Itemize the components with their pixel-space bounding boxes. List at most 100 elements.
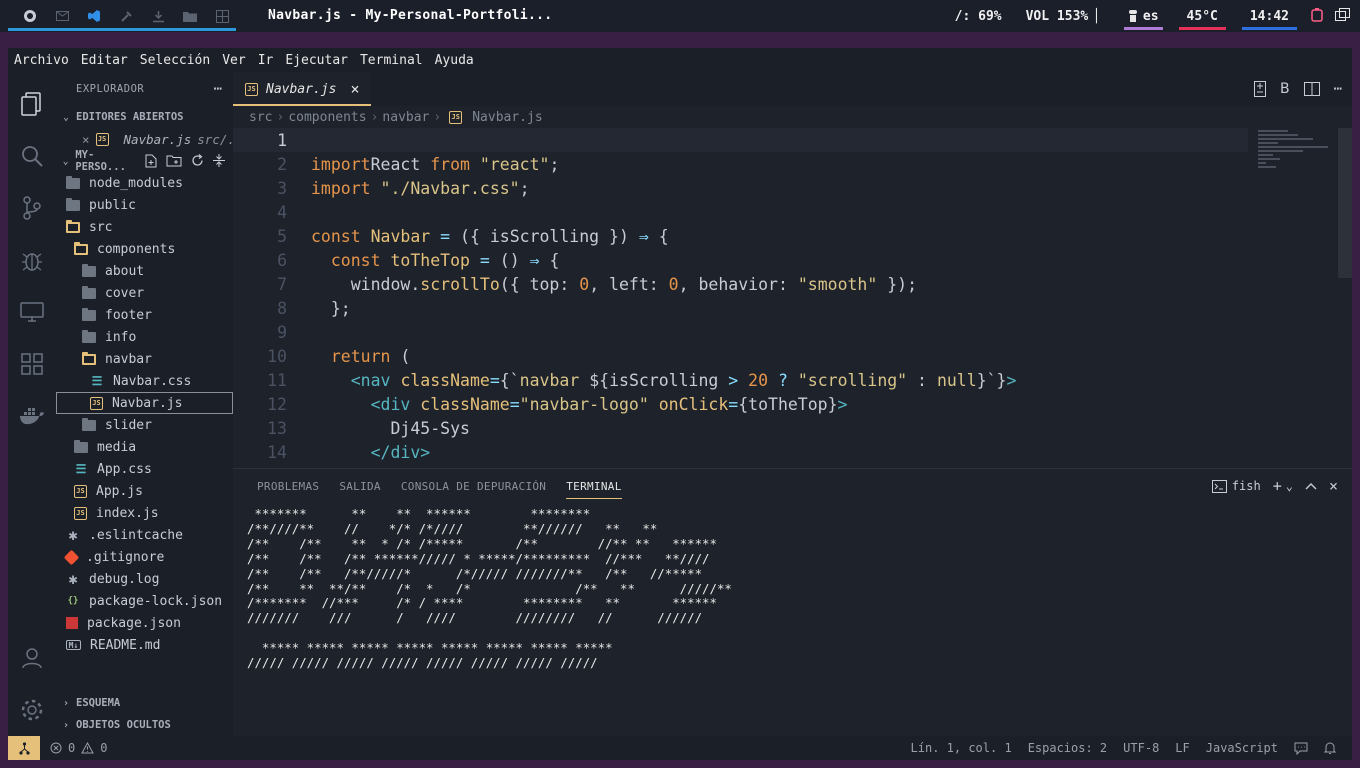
source-control-icon[interactable]: [8, 182, 56, 234]
menu-seleccion[interactable]: Selección: [140, 53, 216, 68]
close-icon[interactable]: ×: [82, 132, 90, 147]
open-changes-icon[interactable]: [1253, 81, 1266, 97]
tab-terminal[interactable]: TERMINAL: [556, 469, 631, 503]
tree-item[interactable]: navbar: [56, 348, 233, 370]
remote-indicator-icon[interactable]: [8, 736, 40, 760]
code-text: window.scrollTo({ top: 0, left: 0, behav…: [311, 274, 918, 294]
encoding[interactable]: UTF-8: [1123, 741, 1159, 755]
problems-status[interactable]: 0 0: [40, 741, 107, 755]
settings-gear-icon[interactable]: [8, 684, 56, 736]
tray-windows-icon[interactable]: [1329, 8, 1360, 24]
tree-item[interactable]: about: [56, 260, 233, 282]
feedback-icon[interactable]: [1294, 742, 1308, 755]
close-tab-icon[interactable]: ×: [350, 80, 359, 98]
code-editor[interactable]: 1 2 importReact from "react"; 3 import "./Na…: [233, 128, 1352, 468]
tree-item[interactable]: M↓ README.md: [56, 634, 233, 656]
tray-battery-icon[interactable]: [1305, 7, 1329, 25]
chevron-down-icon: ⌄: [62, 155, 69, 167]
more-actions-icon[interactable]: ⋯: [1334, 81, 1342, 97]
tab-problems[interactable]: PROBLEMAS: [247, 469, 329, 503]
menu-editar[interactable]: Editar: [81, 53, 134, 68]
breadcrumb-src[interactable]: src: [249, 110, 272, 125]
status-right: Lín. 1, col. 1 Espacios: 2 UTF-8 LF Java…: [911, 736, 1336, 760]
more-actions-icon[interactable]: ⋯: [214, 81, 223, 97]
tree-item[interactable]: footer: [56, 304, 233, 326]
markdown-icon: M↓: [66, 640, 81, 650]
tree-item[interactable]: info: [56, 326, 233, 348]
tree-item[interactable]: src: [56, 216, 233, 238]
tree-item[interactable]: JS Navbar.js: [56, 392, 233, 414]
breadcrumb-file[interactable]: Navbar.js: [472, 110, 542, 125]
menu-ejecutar[interactable]: Ejecutar: [285, 53, 354, 68]
tree-item[interactable]: .gitignore: [56, 546, 233, 568]
tab-output[interactable]: SALIDA: [329, 469, 391, 503]
bold-b-icon[interactable]: B: [1280, 81, 1290, 97]
open-editor-item[interactable]: × JS Navbar.js src/...: [56, 128, 233, 150]
new-folder-icon[interactable]: [166, 154, 182, 167]
indentation[interactable]: Espacios: 2: [1028, 741, 1107, 755]
code-line: 9: [233, 320, 1352, 344]
tree-item[interactable]: media: [56, 436, 233, 458]
tree-item[interactable]: ☰ App.css: [56, 458, 233, 480]
tab-debug-console[interactable]: CONSOLA DE DEPURACIÓN: [391, 469, 556, 503]
tree-item[interactable]: cover: [56, 282, 233, 304]
new-file-icon[interactable]: [145, 154, 157, 168]
docker-icon[interactable]: [8, 390, 56, 442]
tree-item-label: cover: [105, 285, 145, 301]
tree-item[interactable]: {} package-lock.json: [56, 590, 233, 612]
tree-item[interactable]: public: [56, 194, 233, 216]
remote-explorer-icon[interactable]: [8, 286, 56, 338]
tab-navbar-js[interactable]: JS Navbar.js ×: [233, 72, 372, 106]
language-mode[interactable]: JavaScript: [1206, 741, 1278, 755]
debug-icon[interactable]: [8, 234, 56, 286]
breadcrumb-navbar[interactable]: navbar: [382, 110, 429, 125]
line-number: 13: [267, 418, 287, 438]
maximize-panel-icon[interactable]: [1305, 479, 1317, 493]
extensions-icon[interactable]: [8, 338, 56, 390]
refresh-icon[interactable]: [191, 154, 204, 167]
outline-header[interactable]: › ESQUEMA: [56, 692, 233, 714]
terminal-shell-selector[interactable]: fish: [1211, 479, 1261, 493]
folder-icon: [82, 417, 96, 431]
new-terminal-icon[interactable]: +: [1273, 477, 1282, 495]
breadcrumb-components[interactable]: components: [288, 110, 366, 125]
chevron-down-icon[interactable]: ⌄: [1286, 479, 1293, 493]
open-editors-header[interactable]: ⌄ EDITORES ABIERTOS: [56, 106, 233, 128]
menu-terminal[interactable]: Terminal: [360, 53, 429, 68]
close-panel-icon[interactable]: ×: [1329, 477, 1338, 495]
collapse-all-icon[interactable]: [213, 154, 225, 167]
end-of-line[interactable]: LF: [1175, 741, 1189, 755]
tree-item[interactable]: ☰ Navbar.css: [56, 370, 233, 392]
menu-ir[interactable]: Ir: [258, 53, 280, 68]
brightness-indicator[interactable]: /: 69%: [943, 0, 1014, 32]
split-editor-icon[interactable]: [1303, 82, 1320, 96]
keyboard-layout[interactable]: es: [1116, 0, 1171, 32]
cursor-position[interactable]: Lín. 1, col. 1: [911, 741, 1012, 755]
notifications-bell-icon[interactable]: [1324, 741, 1336, 755]
tree-item[interactable]: JS App.js: [56, 480, 233, 502]
explorer-icon[interactable]: [8, 78, 56, 130]
clock[interactable]: 14:42: [1234, 0, 1305, 32]
timeline-header[interactable]: › OBJETOS OCULTOS: [56, 714, 233, 736]
menu-ayuda[interactable]: Ayuda: [435, 53, 480, 68]
workspace-switcher: [0, 0, 238, 32]
tree-item[interactable]: ✱ debug.log: [56, 568, 233, 590]
tree-item[interactable]: components: [56, 238, 233, 260]
code-text: <nav className={`navbar ${isScrolling > …: [350, 370, 1017, 390]
project-header[interactable]: ⌄ MY-PERSO...: [56, 149, 233, 173]
line-number: 11: [267, 370, 287, 390]
tree-item[interactable]: slider: [56, 414, 233, 436]
tree-item[interactable]: package.json: [56, 612, 233, 634]
menu-ver[interactable]: Ver: [222, 53, 251, 68]
search-icon[interactable]: [8, 130, 56, 182]
terminal-output[interactable]: ******* ** ** ****** ******** /**////** …: [233, 503, 1352, 671]
temperature-indicator[interactable]: 45°C: [1171, 0, 1234, 32]
volume-indicator[interactable]: VOL 153% ▏: [1014, 0, 1116, 32]
tree-item[interactable]: JS index.js: [56, 502, 233, 524]
tree-item[interactable]: ✱ .eslintcache: [56, 524, 233, 546]
account-icon[interactable]: [8, 632, 56, 684]
menu-archivo[interactable]: Archivo: [14, 53, 75, 68]
tree-item[interactable]: node_modules: [56, 172, 233, 194]
editor-actions: B ⋯: [1253, 72, 1342, 106]
tree-item-label: Navbar.css: [113, 373, 192, 389]
